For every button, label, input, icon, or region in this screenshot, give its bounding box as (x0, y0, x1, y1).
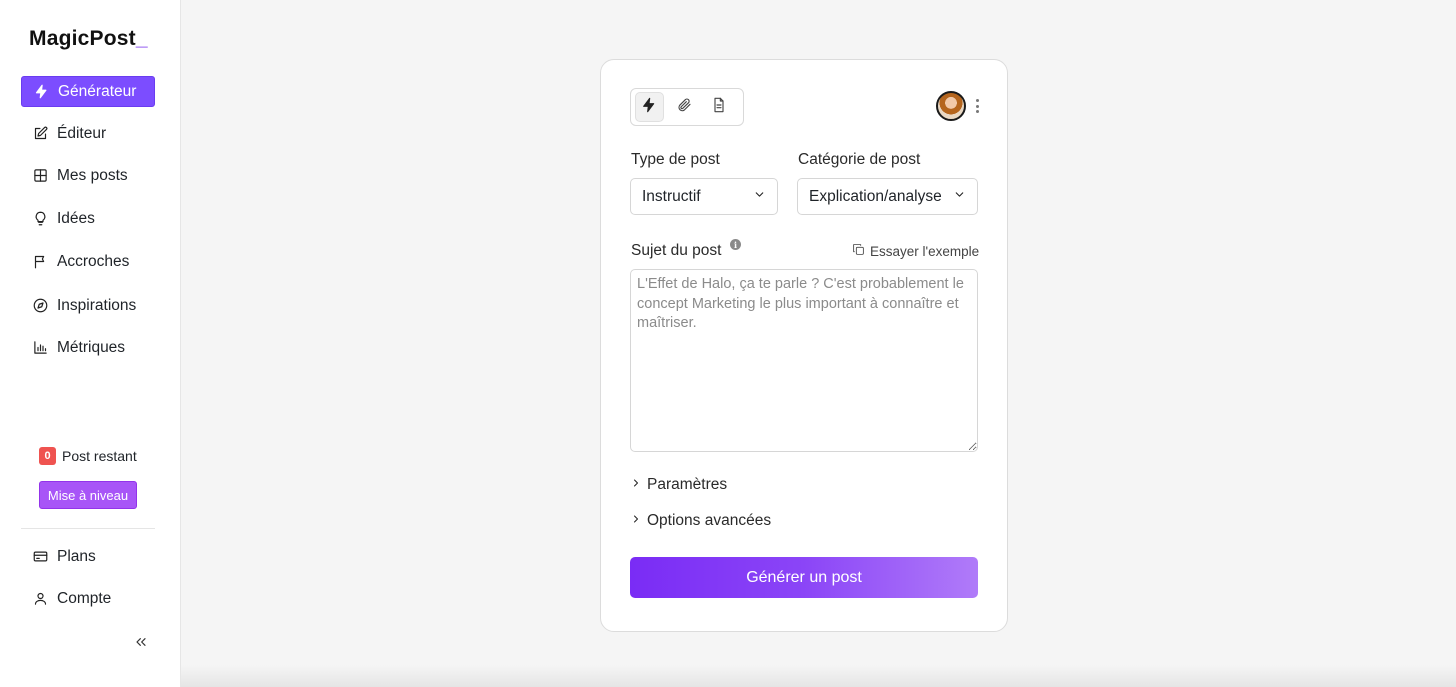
advanced-options-label: Options avancées (647, 512, 772, 529)
remaining-posts: 0 Post restant (39, 447, 137, 465)
mode-generate-button[interactable] (635, 92, 664, 122)
app-logo[interactable]: MagicPost_ (29, 27, 148, 51)
sidebar-item-label: Mes posts (57, 166, 128, 184)
more-options-icon[interactable] (972, 96, 982, 116)
chevrons-left-icon (133, 637, 149, 654)
sidebar-item-generateur[interactable]: Générateur (21, 76, 155, 107)
document-icon (711, 97, 727, 118)
sidebar-item-label: Générateur (58, 82, 137, 100)
sidebar-item-label: Inspirations (57, 296, 137, 314)
sidebar-item-mes-posts[interactable]: Mes posts (21, 160, 155, 191)
sidebar-item-idees[interactable]: Idées (21, 203, 155, 234)
bar-chart-icon (32, 340, 48, 356)
avatar[interactable] (936, 91, 966, 121)
sidebar-item-accroches[interactable]: Accroches (21, 246, 155, 277)
sidebar-divider (21, 528, 155, 529)
grid-icon (32, 168, 48, 184)
try-example-link[interactable]: Essayer l'exemple (852, 243, 979, 259)
post-category-select[interactable]: Explication/analyse (797, 178, 978, 215)
sidebar-item-label: Plans (57, 547, 96, 565)
sidebar-item-editeur[interactable]: Éditeur (21, 118, 155, 149)
sidebar-item-label: Idées (57, 209, 95, 227)
input-mode-switcher (630, 88, 744, 126)
post-generator-card: Type de post Instructif Catégorie de pos… (600, 59, 1008, 632)
lightning-icon (33, 84, 49, 100)
sidebar-item-label: Éditeur (57, 124, 107, 142)
mode-attachment-button[interactable] (670, 92, 699, 122)
remaining-posts-count: 0 (39, 447, 56, 465)
compass-icon (32, 298, 48, 314)
bottom-shadow (181, 665, 1456, 687)
lightning-icon (641, 97, 657, 118)
user-icon (32, 591, 48, 607)
sidebar-item-label: Compte (57, 589, 112, 607)
post-type-value: Instructif (642, 187, 701, 205)
sidebar-item-compte[interactable]: Compte (21, 583, 155, 614)
parameters-toggle[interactable]: Paramètres (630, 476, 727, 494)
try-example-label: Essayer l'exemple (870, 243, 980, 259)
post-subject-label: Sujet du post (631, 242, 722, 259)
sidebar-item-metriques[interactable]: Métriques (21, 332, 155, 363)
advanced-options-toggle[interactable]: Options avancées (630, 512, 771, 530)
chevron-down-icon (953, 188, 966, 206)
chevron-right-icon (630, 512, 647, 530)
upgrade-button[interactable]: Mise à niveau (39, 481, 137, 509)
credit-card-icon (32, 549, 48, 565)
edit-icon (32, 126, 48, 142)
chevron-right-icon (630, 476, 647, 494)
collapse-sidebar-button[interactable] (133, 634, 151, 652)
post-category-value: Explication/analyse (809, 187, 942, 205)
post-category-label: Catégorie de post (798, 151, 921, 168)
copy-icon (852, 243, 870, 259)
post-type-select[interactable]: Instructif (630, 178, 778, 215)
remaining-posts-label: Post restant (62, 448, 137, 464)
sidebar-item-plans[interactable]: Plans (21, 541, 155, 572)
sidebar-item-label: Accroches (57, 252, 130, 270)
info-icon[interactable]: i (730, 239, 741, 250)
paperclip-icon (676, 97, 692, 118)
lightbulb-icon (32, 211, 48, 227)
generate-post-button[interactable]: Générer un post (630, 557, 978, 598)
flag-icon (32, 254, 48, 270)
sidebar-item-label: Métriques (57, 338, 126, 356)
post-subject-textarea[interactable] (630, 269, 978, 452)
mode-document-button[interactable] (704, 92, 733, 122)
chevron-down-icon (753, 188, 766, 206)
sidebar: MagicPost_ Générateur Éditeur Mes posts … (0, 0, 181, 687)
sidebar-item-inspirations[interactable]: Inspirations (21, 290, 155, 321)
post-type-label: Type de post (631, 151, 720, 168)
parameters-label: Paramètres (647, 476, 728, 493)
